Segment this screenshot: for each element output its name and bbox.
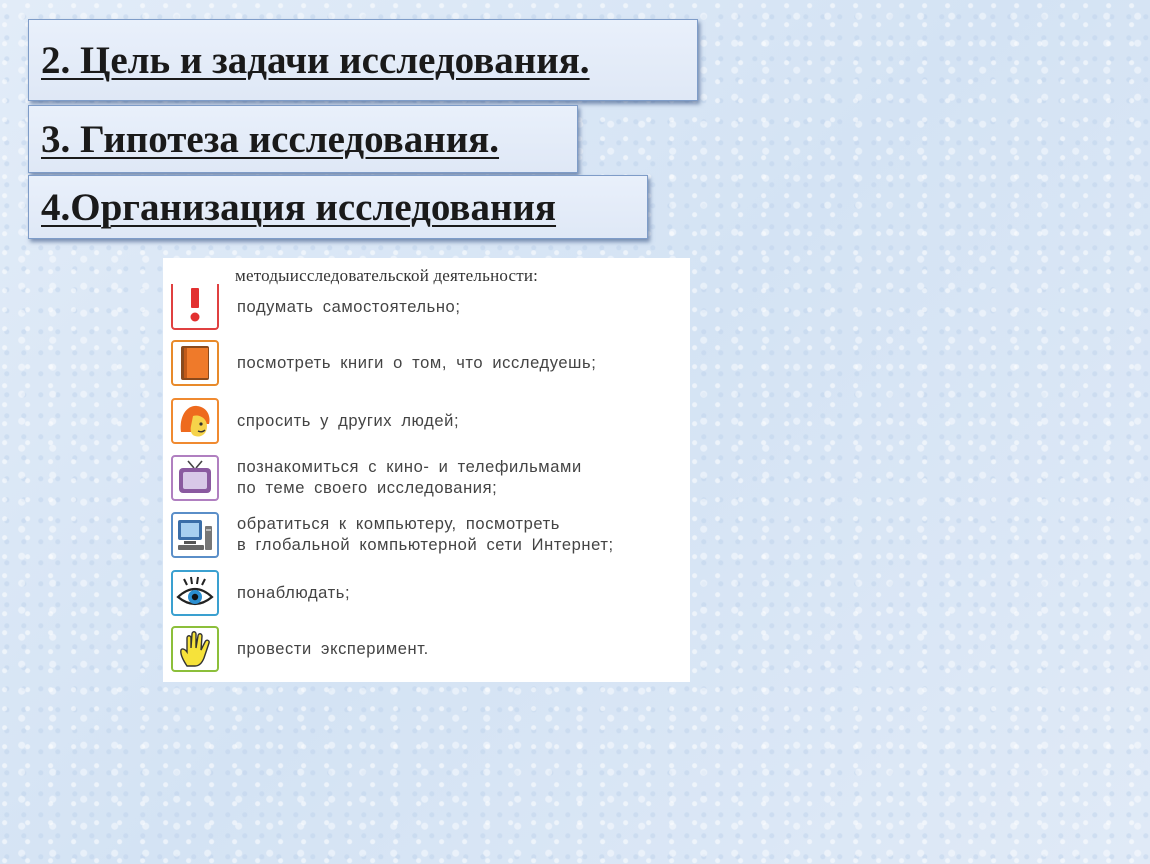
heading-organization-text: 4.Организация исследования bbox=[41, 185, 557, 229]
method-item: познакомиться с кино- и телефильмами по … bbox=[171, 455, 582, 501]
exclamation-icon bbox=[171, 284, 219, 330]
method-item: подумать самостоятельно; bbox=[171, 284, 461, 330]
heading-organization: 4.Организация исследования bbox=[28, 175, 648, 239]
method-item: понаблюдать; bbox=[171, 570, 350, 616]
heading-goal: 2. Цель и задачи исследования. bbox=[28, 19, 698, 101]
eye-icon bbox=[171, 570, 219, 616]
method-text: спросить у других людей; bbox=[237, 411, 460, 430]
method-text: понаблюдать; bbox=[237, 583, 351, 602]
method-text: подумать самостоятельно; bbox=[237, 297, 461, 316]
method-item: обратиться к компьютеру, посмотреть в гл… bbox=[171, 512, 614, 558]
tv-icon bbox=[171, 455, 219, 501]
method-item: провести эксперимент. bbox=[171, 626, 429, 672]
method-item: посмотреть книги о том, что исследуешь; bbox=[171, 340, 596, 386]
heading-goal-text: 2. Цель и задачи исследования. bbox=[41, 38, 590, 82]
person-head-icon bbox=[171, 398, 219, 444]
method-text: провести эксперимент. bbox=[237, 639, 429, 658]
method-item: спросить у других людей; bbox=[171, 398, 459, 444]
hand-icon bbox=[171, 626, 219, 672]
book-icon bbox=[171, 340, 219, 386]
method-text: посмотреть книги о том, что исследуешь; bbox=[237, 353, 597, 372]
heading-hypothesis-text: 3. Гипотеза исследования. bbox=[41, 117, 500, 161]
computer-icon bbox=[171, 512, 219, 558]
methods-title: методыисследовательской деятельности: bbox=[235, 266, 539, 285]
method-text: обратиться к компьютеру, посмотреть в гл… bbox=[237, 515, 614, 554]
methods-card: методыисследовательской деятельности: по… bbox=[163, 258, 690, 682]
heading-hypothesis: 3. Гипотеза исследования. bbox=[28, 105, 578, 173]
method-text: познакомиться с кино- и телефильмами по … bbox=[237, 458, 582, 497]
